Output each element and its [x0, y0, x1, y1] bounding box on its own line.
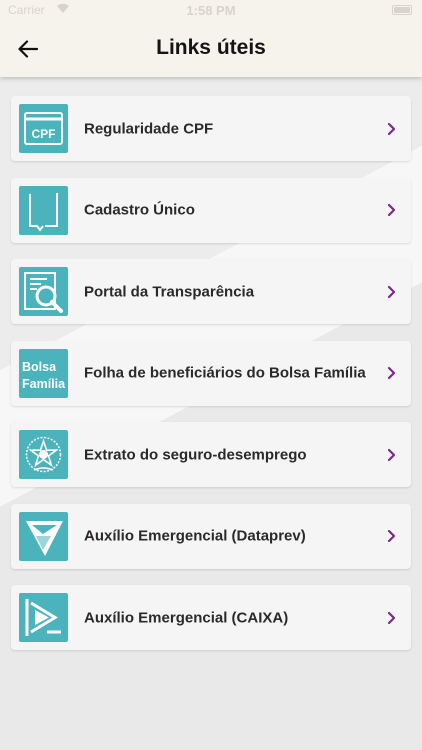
chevron-right-icon: [387, 203, 396, 217]
links-list: CPF Regularidade CPF Cadastro Único Port…: [11, 96, 411, 667]
page-title: Links úteis: [156, 36, 266, 59]
link-regularidade-cpf[interactable]: CPF Regularidade CPF: [11, 96, 411, 161]
chevron-right-icon: [387, 448, 396, 461]
bolsa-icon-text: Bolsa: [22, 360, 57, 374]
chevron-right-icon: [387, 122, 396, 135]
document-search-icon: [19, 267, 68, 316]
chevron-right-icon: [387, 285, 396, 298]
link-label: Folha de beneficiários do Bolsa Família: [84, 364, 366, 382]
chevron-right-icon: [387, 366, 396, 380]
link-label: Auxílio Emergencial (CAIXA): [84, 609, 289, 626]
bolsa-familia-icon: Bolsa Família: [19, 348, 68, 398]
cpf-card-icon: CPF: [19, 104, 68, 153]
link-bolsa-familia[interactable]: Bolsa Família Folha de beneficiários do …: [11, 340, 411, 406]
chevron-right-icon: [387, 611, 396, 624]
status-bar: Carrier 1:58 PM: [0, 0, 422, 22]
link-cadastro-unico[interactable]: Cadastro Único: [11, 177, 411, 243]
cpf-icon-text: CPF: [32, 127, 56, 141]
familia-icon-text: Família: [22, 377, 66, 391]
link-seguro-desemprego[interactable]: Extrato do seguro-desemprego: [11, 422, 411, 487]
link-label: Extrato do seguro-desemprego: [84, 446, 307, 463]
brasao-republica-icon: [19, 430, 68, 479]
dataprev-logo-icon: [19, 511, 68, 561]
link-label: Cadastro Único: [84, 201, 195, 219]
chevron-right-icon: [387, 529, 396, 543]
app-header: Carrier 1:58 PM Links úteis: [0, 0, 422, 77]
link-label: Regularidade CPF: [84, 120, 214, 137]
link-label: Portal da Transparência: [84, 283, 255, 300]
status-time: 1:58 PM: [186, 3, 236, 18]
cadastro-unico-icon: [19, 185, 68, 235]
link-portal-transparencia[interactable]: Portal da Transparência: [11, 259, 411, 324]
link-auxilio-dataprev[interactable]: Auxílio Emergencial (Dataprev): [11, 503, 411, 569]
link-label: Auxílio Emergencial (Dataprev): [84, 527, 306, 545]
battery-icon: [392, 5, 412, 15]
caixa-logo-icon: [19, 593, 68, 642]
link-auxilio-caixa[interactable]: Auxílio Emergencial (CAIXA): [11, 585, 411, 650]
